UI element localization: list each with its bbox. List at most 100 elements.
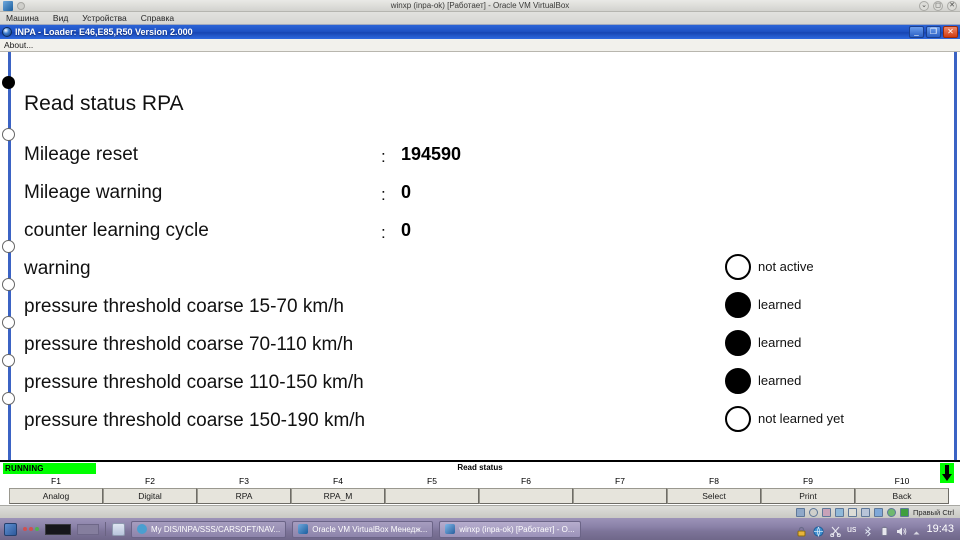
left-bullet-heading[interactable] xyxy=(2,76,15,89)
vbox-host-key-label: Правый Ctrl xyxy=(912,507,954,517)
status-indicator-warning xyxy=(725,254,751,280)
fkey-button-analog[interactable]: Analog xyxy=(9,488,103,504)
fkey-button-select[interactable]: Select xyxy=(667,488,761,504)
row-separator-mileage-warning: : xyxy=(381,185,386,204)
row-label-threshold-150-190: pressure threshold coarse 150-190 km/h xyxy=(24,410,366,431)
vbox-menu-devices[interactable]: Устройства xyxy=(80,13,128,23)
fkey-button-rpa[interactable]: RPA xyxy=(197,488,291,504)
host-task-button-files[interactable]: My DIS/INPA/SSS/CARSOFT/NAV... xyxy=(131,520,287,538)
screen-title: Read status xyxy=(457,463,503,472)
status-text-warning: not active xyxy=(758,259,814,274)
fkey-button-print[interactable]: Print xyxy=(761,488,855,504)
vbox-menu-help[interactable]: Справка xyxy=(139,13,176,23)
host-tray-network-icon[interactable] xyxy=(813,524,824,537)
fkey-cell-f7: F7 xyxy=(573,476,667,504)
fkey-cell-f9: F9 Print xyxy=(761,476,855,504)
row-separator-mileage-reset: : xyxy=(381,147,386,166)
vbox-cd-icon[interactable] xyxy=(808,507,818,517)
left-bullet-threshold-15-70[interactable] xyxy=(2,278,15,291)
vbox-floppy-icon[interactable] xyxy=(821,507,831,517)
status-text-threshold-150-190: not learned yet xyxy=(758,411,845,426)
status-text-threshold-15-70: learned xyxy=(758,297,802,312)
status-text-threshold-110-150: learned xyxy=(758,373,802,388)
host-tray-battery-icon[interactable] xyxy=(879,524,890,536)
host-taskbar: My DIS/INPA/SSS/CARSOFT/NAV... Oracle VM… xyxy=(0,518,960,540)
host-dot-3 xyxy=(35,527,39,531)
host-task-files-icon xyxy=(137,524,147,534)
host-task-vbox-icon xyxy=(298,524,309,534)
inpa-minimize-button[interactable]: _ xyxy=(909,26,924,38)
vbox-menu-view[interactable]: Вид xyxy=(51,13,70,23)
fkey-button-f6[interactable] xyxy=(479,488,573,504)
inpa-close-button[interactable]: ✕ xyxy=(943,26,958,38)
fkey-cell-f3: F3 RPA xyxy=(197,476,291,504)
left-bullet-threshold-110-150[interactable] xyxy=(2,354,15,367)
fkey-button-rpa-m[interactable]: RPA_M xyxy=(291,488,385,504)
host-dot-1 xyxy=(23,527,27,531)
inpa-client-area: Read status RPA Mileage reset : 194590 M… xyxy=(0,52,960,460)
fkey-cell-f4: F4 RPA_M xyxy=(291,476,385,504)
guest-screen: INPA - Loader: E46,E85,R50 Version 2.000… xyxy=(0,25,960,505)
host-task-button-vbox-manager[interactable]: Oracle VM VirtualBox Менедж... xyxy=(292,520,434,538)
vbox-shared-folders-icon[interactable] xyxy=(860,507,870,517)
fkey-cell-f5: F5 xyxy=(385,476,479,504)
vbox-window-controls: ⌄ ◻ ✕ xyxy=(919,1,957,11)
vbox-mouse-icon[interactable] xyxy=(886,507,896,517)
fkey-cell-f1: F1 Analog xyxy=(9,476,103,504)
host-tray-lock-icon[interactable] xyxy=(796,524,807,536)
vbox-keyboard-icon[interactable] xyxy=(899,507,909,517)
host-tray-volume-icon[interactable] xyxy=(896,524,907,535)
fkey-name-f1: F1 xyxy=(51,476,61,486)
status-indicator-threshold-150-190 xyxy=(725,406,751,432)
fkey-button-f7[interactable] xyxy=(573,488,667,504)
inpa-window-title: INPA - Loader: E46,E85,R50 Version 2.000 xyxy=(15,27,193,37)
host-task-winxp-label: winxp (inpa-ok) [Работает] - O... xyxy=(459,524,575,534)
left-bullet-threshold-70-110[interactable] xyxy=(2,316,15,329)
host-dot-2 xyxy=(29,527,33,531)
row-value-mileage-reset: 194590 xyxy=(401,144,462,164)
host-show-desktop-icon[interactable] xyxy=(112,522,125,536)
fkey-name-f9: F9 xyxy=(803,476,813,486)
vbox-usb-icon[interactable] xyxy=(847,507,857,517)
host-tray-layout-label[interactable]: us xyxy=(847,524,857,534)
host-tray-bluetooth-icon[interactable] xyxy=(862,524,873,536)
inpa-window-controls: _ ❐ ✕ xyxy=(909,26,958,38)
vbox-minimize-icon[interactable]: ⌄ xyxy=(919,1,929,11)
inpa-menu-about[interactable]: About... xyxy=(4,40,33,50)
host-workspace-1[interactable] xyxy=(45,523,71,535)
left-bullet-warning[interactable] xyxy=(2,240,15,253)
row-value-mileage-warning: 0 xyxy=(401,182,412,202)
fkey-name-f2: F2 xyxy=(145,476,155,486)
host-menu-icon[interactable] xyxy=(4,522,17,536)
status-text-threshold-70-110: learned xyxy=(758,335,802,350)
left-bullet-threshold-150-190[interactable] xyxy=(2,392,15,405)
vbox-menu-machine[interactable]: Машина xyxy=(4,13,41,23)
fkey-cell-f10: F10 Back xyxy=(855,476,949,504)
fkey-button-digital[interactable]: Digital xyxy=(103,488,197,504)
fkey-name-f6: F6 xyxy=(521,476,531,486)
vbox-close-icon[interactable]: ✕ xyxy=(947,1,957,11)
vbox-statusbar: Правый Ctrl xyxy=(0,505,960,518)
host-tray-scissors-icon[interactable] xyxy=(830,524,841,537)
vbox-network-icon[interactable] xyxy=(834,507,844,517)
vbox-window-title: winxp (inpa-ok) [Работает] - Oracle VM V… xyxy=(390,1,570,10)
vbox-harddisk-icon[interactable] xyxy=(795,507,805,517)
host-workspace-2[interactable] xyxy=(77,523,99,535)
fkey-button-f5[interactable] xyxy=(385,488,479,504)
host-tray-expand-icon[interactable] xyxy=(913,524,920,535)
fkey-name-f3: F3 xyxy=(239,476,249,486)
inpa-system-icon[interactable] xyxy=(2,27,12,37)
fkey-name-f4: F4 xyxy=(333,476,343,486)
fkey-button-back[interactable]: Back xyxy=(855,488,949,504)
vbox-maximize-icon[interactable]: ◻ xyxy=(933,1,943,11)
host-clock[interactable]: 19:43 xyxy=(926,523,954,535)
page-title: Read status RPA xyxy=(24,92,184,115)
fkey-cell-f6: F6 xyxy=(479,476,573,504)
inpa-maximize-button[interactable]: ❐ xyxy=(926,26,941,38)
row-label-threshold-110-150: pressure threshold coarse 110-150 km/h xyxy=(24,372,364,393)
host-task-vbox-label: Oracle VM VirtualBox Менедж... xyxy=(312,524,428,534)
left-bullet-mileage-reset[interactable] xyxy=(2,128,15,141)
host-task-button-winxp[interactable]: winxp (inpa-ok) [Работает] - O... xyxy=(439,520,581,538)
host-indicator-dots xyxy=(23,527,39,531)
vbox-display-icon[interactable] xyxy=(873,507,883,517)
